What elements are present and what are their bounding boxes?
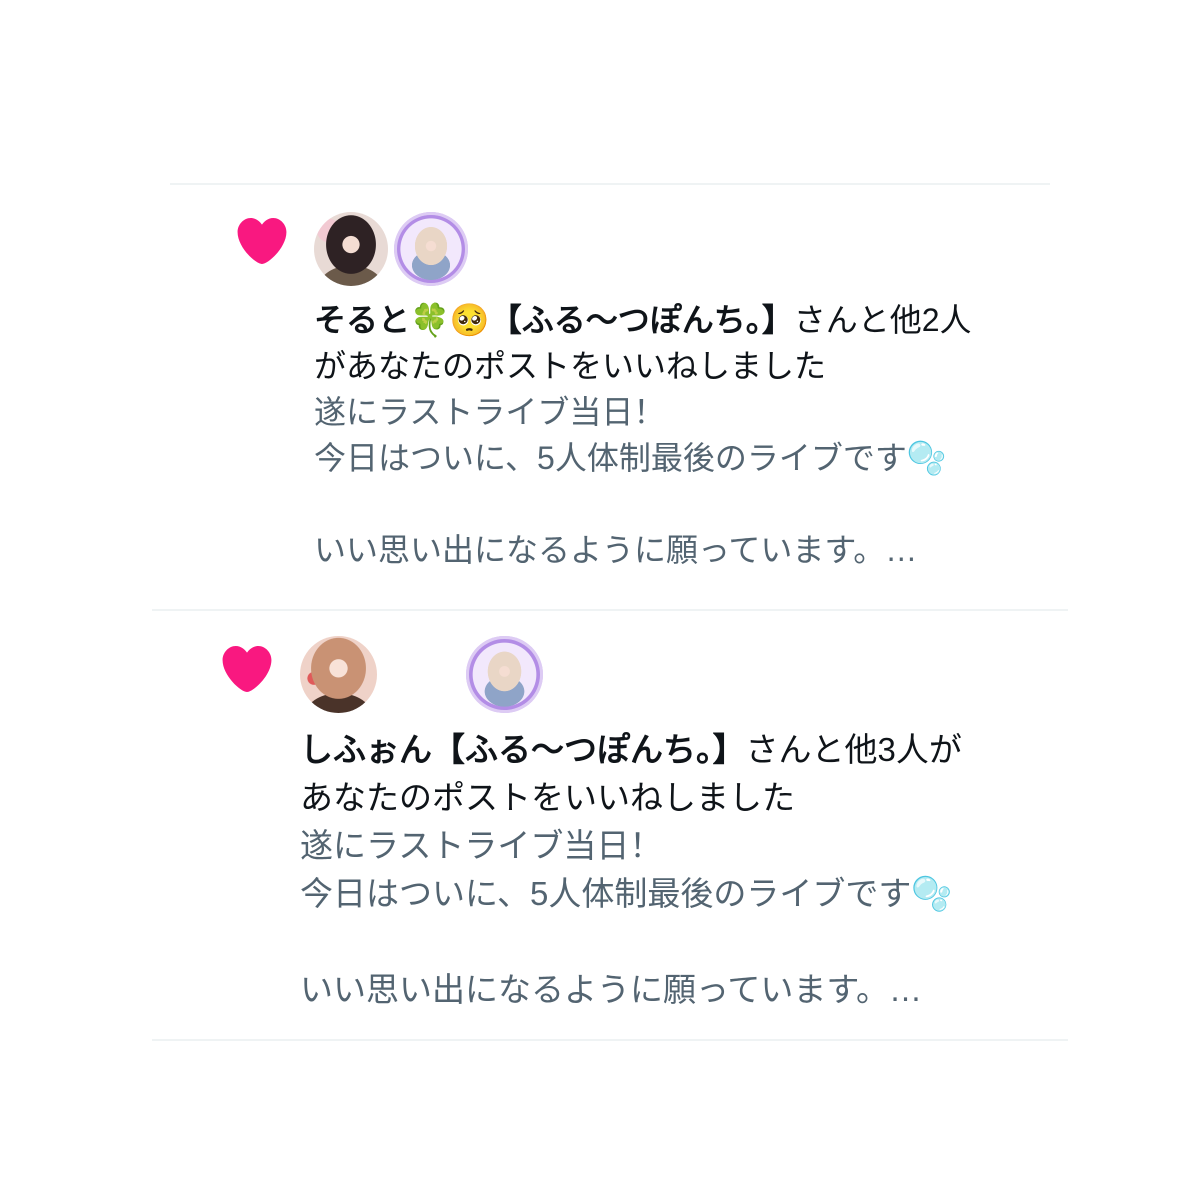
notification-icon-column: [222, 636, 300, 692]
notification-content: しふぉん【ふる〜つぽんち。】さんと他3人が あなたのポストをいいねしました 遂に…: [300, 636, 1068, 1014]
divider: [152, 1039, 1068, 1041]
notification-headline: しふぉん【ふる〜つぽんち。】さんと他3人が あなたのポストをいいねしました: [300, 726, 1068, 822]
avatar-group: [300, 636, 1068, 713]
post-preview-line: 遂にラストライブ当日！: [314, 394, 666, 430]
avatar[interactable]: [383, 636, 460, 713]
post-preview-line: いい思い出になるように願っています。…: [300, 971, 923, 1008]
headline-line: しふぉん【ふる〜つぽんち。】さんと他3人が: [300, 726, 1068, 774]
actor-name: しふぉん【ふる〜つぽんち。】: [300, 731, 746, 768]
headline-line: そると🍀🥺【ふる〜つぽんち。】さんと他2人: [314, 297, 1050, 343]
action-text: あなたのポストをいいねしました: [300, 779, 795, 816]
avatar[interactable]: [314, 212, 388, 286]
notification-headline: そると🍀🥺【ふる〜つぽんち。】さんと他2人 があなたのポストをいいねしました: [314, 297, 1050, 389]
post-preview-line: いい思い出になるように願っています。…: [314, 532, 918, 568]
heart-icon: [237, 218, 314, 264]
actor-name: そると🍀🥺【ふる〜つぽんち。】: [314, 302, 794, 338]
post-preview-line: 今日はついに、5人体制最後のライブです🫧: [300, 875, 953, 912]
action-text: があなたのポストをいいねしました: [314, 348, 827, 384]
post-preview-line: 遂にラストライブ当日！: [300, 827, 663, 864]
notification-text: そると🍀🥺【ふる〜つぽんち。】さんと他2人 があなたのポストをいいねしました 遂…: [314, 297, 1050, 573]
divider: [170, 183, 1050, 185]
avatar[interactable]: [466, 636, 543, 713]
post-preview[interactable]: 遂にラストライブ当日！ 今日はついに、5人体制最後のライブです🫧 いい思い出にな…: [314, 389, 1050, 573]
notification-content: そると🍀🥺【ふる〜つぽんち。】さんと他2人 があなたのポストをいいねしました 遂…: [314, 212, 1050, 573]
divider: [152, 609, 1068, 611]
heart-icon: [222, 646, 300, 692]
action-text: さんと他2人: [793, 302, 972, 338]
avatar[interactable]: [300, 636, 377, 713]
post-preview[interactable]: 遂にラストライブ当日！ 今日はついに、5人体制最後のライブです🫧 いい思い出にな…: [300, 822, 1068, 1014]
post-preview-line: 今日はついに、5人体制最後のライブです🫧: [314, 440, 947, 476]
notification-icon-column: [237, 212, 314, 264]
avatar[interactable]: [394, 212, 468, 286]
notification-item[interactable]: しふぉん【ふる〜つぽんち。】さんと他3人が あなたのポストをいいねしました 遂に…: [222, 636, 1068, 1014]
notification-item[interactable]: そると🍀🥺【ふる〜つぽんち。】さんと他2人 があなたのポストをいいねしました 遂…: [237, 212, 1050, 573]
action-text: さんと他3人が: [745, 731, 962, 768]
notification-text: しふぉん【ふる〜つぽんち。】さんと他3人が あなたのポストをいいねしました 遂に…: [300, 726, 1068, 1014]
avatar-group: [314, 212, 1050, 286]
